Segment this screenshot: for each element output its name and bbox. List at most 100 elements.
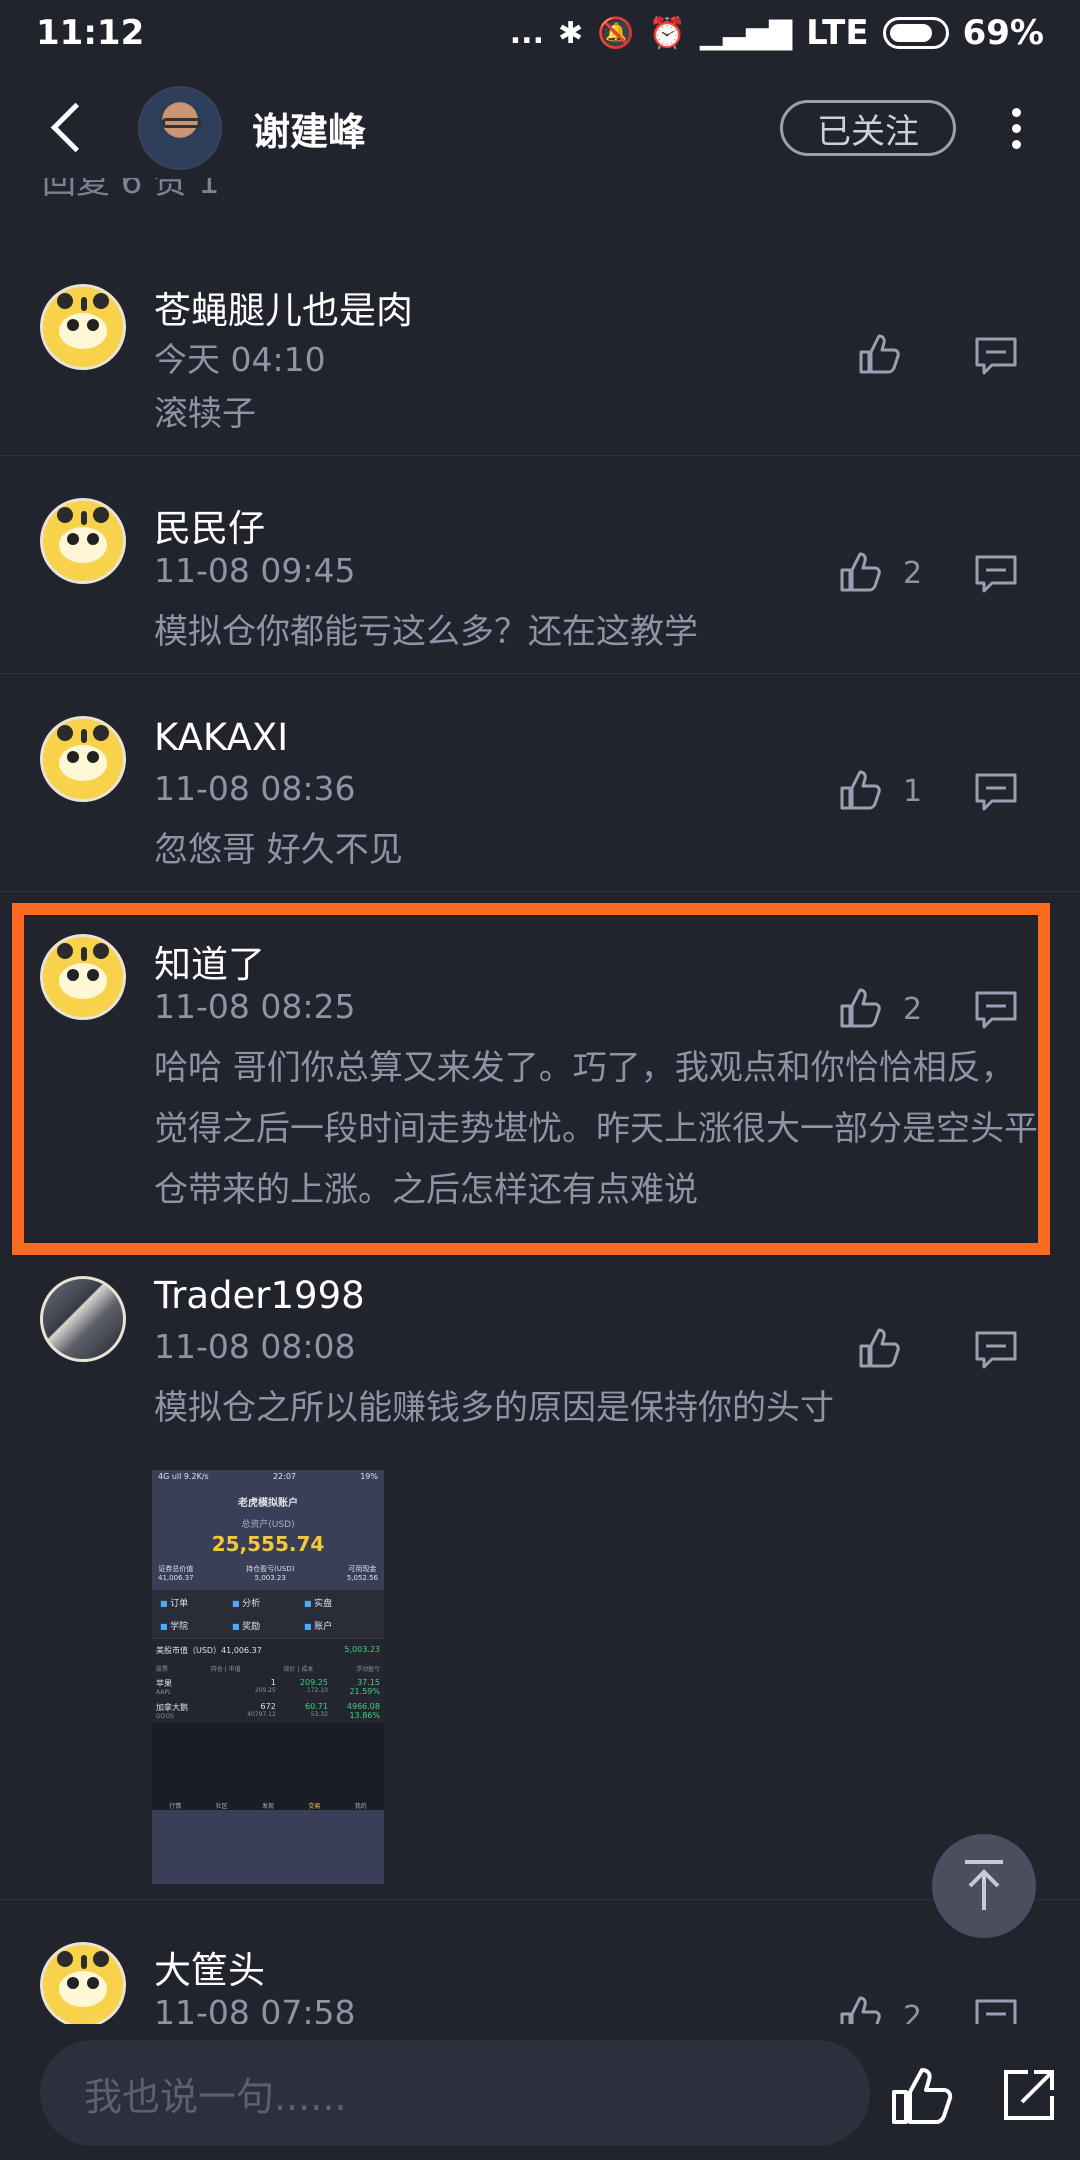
thumb-shortcut: 奖励: [232, 1619, 304, 1632]
comment-author[interactable]: 苍蝇腿儿也是肉: [154, 280, 413, 334]
thumb-market-label: 美股市值（USD）41,006.37: [156, 1646, 262, 1655]
comment-reply-icon[interactable]: [974, 336, 1018, 376]
like-count: 2: [903, 2000, 923, 2024]
thumb-status-time: 22:07: [272, 1472, 296, 1481]
comment-reply-icon[interactable]: [974, 1330, 1018, 1370]
thumb-title: 老虎模拟账户: [238, 1498, 298, 1509]
thumb-shortcut: 实盘: [304, 1596, 376, 1609]
comment-author[interactable]: 民民仔: [154, 498, 265, 552]
thumb-stock-price: 209.25: [299, 1678, 328, 1687]
battery-percent: 69%: [962, 13, 1044, 53]
thumb-col: 现价 | 成本: [283, 1666, 314, 1673]
thumbs-up-icon[interactable]: [838, 1994, 882, 2024]
comment-reply-icon[interactable]: [974, 554, 1018, 594]
thumb-nav-item: 交易: [308, 1803, 321, 1810]
more-notifications-icon: ...: [509, 15, 544, 51]
thumb-status-left: 4G ull 9.2K/s: [158, 1472, 209, 1481]
thumb-status-bar: 4G ull 9.2K/s 22:07 19%: [152, 1470, 384, 1488]
comment-item: 大筐头 11-08 07:58 2: [0, 1900, 1080, 2024]
previous-post-stats: 回复 6 赞 1: [42, 178, 220, 202]
thumb-stock-code: AAPL: [156, 1689, 172, 1696]
thumb-stock-mv: 209.25: [254, 1687, 276, 1694]
thumb-shortcut: 账户: [304, 1619, 376, 1632]
more-options-icon[interactable]: [996, 98, 1036, 158]
app-header: 谢建峰 已关注: [0, 66, 1080, 190]
thumb-stock-cost: 172.10: [306, 1687, 328, 1694]
header-username[interactable]: 谢建峰: [252, 101, 780, 156]
network-type: LTE: [806, 13, 869, 53]
thumb-stock-qty: 1: [270, 1678, 276, 1687]
thumb-stock-mv: 40797.12: [247, 1711, 276, 1718]
photo-avatar[interactable]: [40, 1276, 126, 1362]
thumb-stock-row: 苹果 AAPL 1 209.25 209.25 172.10 37.15 21.59%: [152, 1675, 384, 1699]
thumb-stock-qty: 672: [260, 1702, 276, 1711]
share-icon[interactable]: [1000, 2066, 1058, 2124]
comment-author[interactable]: Trader1998: [154, 1274, 365, 1317]
tiger-avatar[interactable]: [40, 716, 126, 802]
thumb-col: 浮动盈亏: [355, 1666, 380, 1673]
like-count: 2: [903, 556, 923, 591]
thumb-col: 股票: [156, 1666, 169, 1673]
thumb-total-label: 总资产(USD): [241, 1520, 295, 1530]
thumb-empty-area: [152, 1723, 384, 1797]
comment-input[interactable]: 我也说一句......: [40, 2040, 870, 2146]
follow-button[interactable]: 已关注: [780, 100, 956, 156]
thumb-bottom-nav: 行情 社区 发现 交易 我的: [152, 1797, 384, 1810]
thumb-market-row: 美股市值（USD）41,006.37 5,003.23: [152, 1638, 384, 1662]
comment-text: 模拟仓你都能亏这么多？还在这教学: [154, 612, 698, 652]
alarm-icon: ⏰: [648, 15, 686, 51]
comment-text: 滚犊子: [154, 394, 256, 434]
thumb-stock-price: 60.71: [305, 1702, 328, 1711]
thumb-stat-value: 41,006.37: [158, 1574, 194, 1582]
comment-text: 模拟仓之所以能赚钱多的原因是保持你的头寸: [154, 1388, 834, 1428]
attached-screenshot[interactable]: 4G ull 9.2K/s 22:07 19% 老虎模拟账户 总资产(USD) …: [152, 1470, 384, 1884]
thumb-stat-value: 5,003.23: [254, 1574, 286, 1582]
thumbs-up-icon[interactable]: [838, 768, 882, 812]
comment-item: KAKAXI 11-08 08:36 忽悠哥 好久不见 1: [0, 674, 1080, 892]
thumb-stock-pl: 4966.08: [346, 1702, 380, 1711]
thumb-stock-code: GOOS: [156, 1713, 174, 1720]
tiger-avatar[interactable]: [40, 1942, 126, 2024]
thumb-stock-pct: 21.59%: [349, 1687, 380, 1696]
thumb-shortcut: 分析: [232, 1596, 304, 1609]
signal-icon: ▁▃▅▇: [699, 15, 793, 51]
thumbs-up-icon[interactable]: [890, 2066, 954, 2126]
thumb-shortcut: 订单: [160, 1596, 232, 1609]
thumb-shortcut-grid: 订单 分析 实盘 学院 奖励 账户: [152, 1590, 384, 1638]
thumb-stat-label: 可用现金: [348, 1565, 377, 1573]
comment-text: 忽悠哥 好久不见: [154, 830, 403, 870]
thumb-stats: 证券总价值 41,006.37 持仓盈亏(USD) 5,003.23 可用现金 5,0…: [152, 1556, 384, 1582]
thumb-stat-label: 证券总价值: [158, 1565, 194, 1573]
thumb-nav-item: 社区: [215, 1803, 228, 1810]
comment-item: 苍蝇腿儿也是肉 今天 04:10 滚犊子: [0, 250, 1080, 456]
comment-reply-icon[interactable]: [974, 1998, 1018, 2024]
thumb-nav-item: 发现: [261, 1803, 274, 1810]
thumb-stock-pct: 13.86%: [349, 1711, 380, 1720]
comment-item: 民民仔 11-08 09:45 模拟仓你都能亏这么多？还在这教学 2: [0, 456, 1080, 674]
thumb-shortcut: 学院: [160, 1619, 232, 1632]
tiger-avatar[interactable]: [40, 284, 126, 370]
comment-author[interactable]: KAKAXI: [154, 716, 288, 759]
comment-time: 今天 04:10: [154, 340, 326, 379]
thumb-stock-row: 加拿大鹅 GOOS 672 40797.12 60.71 53.32 4966.08 1…: [152, 1699, 384, 1723]
thumb-stock-pl: 37.15: [357, 1678, 380, 1687]
tiger-avatar[interactable]: [40, 498, 126, 584]
back-arrow-icon[interactable]: [40, 98, 100, 158]
thumb-table-header: 股票 持仓 | 市值 现价 | 成本 浮动盈亏: [152, 1662, 384, 1675]
highlight-annotation-box: [12, 903, 1050, 1255]
comment-reply-icon[interactable]: [974, 772, 1018, 812]
arrow-up-to-top-icon: [965, 1860, 1003, 1910]
thumbs-up-icon[interactable]: [857, 332, 901, 376]
thumbs-up-icon[interactable]: [857, 1326, 901, 1370]
mute-icon: 🔕: [597, 15, 635, 51]
thumb-col: 持仓 | 市值: [210, 1666, 241, 1673]
scroll-to-top-button[interactable]: [932, 1834, 1036, 1938]
bluetooth-icon: ✱: [557, 15, 584, 51]
comment-time: 11-08 08:36: [154, 769, 356, 808]
thumb-nav-item: 我的: [354, 1803, 367, 1810]
user-avatar[interactable]: [138, 86, 222, 170]
thumbs-up-icon[interactable]: [838, 550, 882, 594]
comment-author[interactable]: 大筐头: [154, 1940, 265, 1994]
status-time: 11:12: [36, 13, 145, 53]
comment-input-bar: 我也说一句......: [0, 2024, 1080, 2160]
